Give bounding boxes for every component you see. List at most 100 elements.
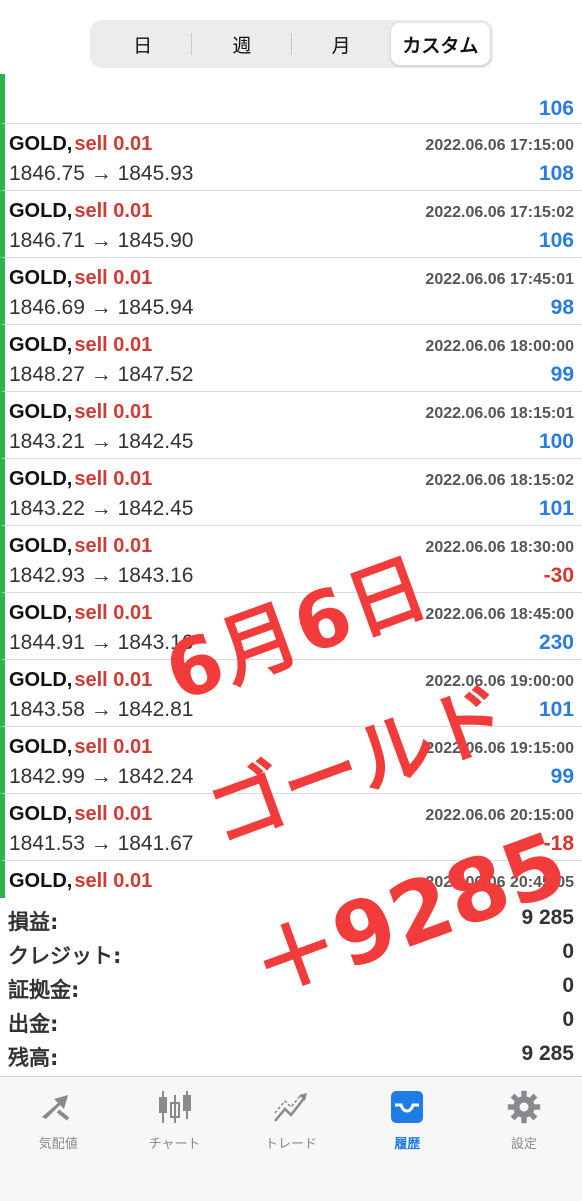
trade-prices: 1846.71 → 1845.90 bbox=[9, 229, 194, 252]
trade-symbol: GOLD, sell 0.01 bbox=[9, 669, 152, 692]
trade-profit: -30 bbox=[543, 564, 574, 587]
trade-symbol-name: GOLD, bbox=[9, 267, 73, 289]
trade-time: 2022.06.06 18:15:01 bbox=[425, 405, 574, 422]
trade-symbol-name: GOLD, bbox=[9, 669, 73, 691]
tab-quotes[interactable]: 気配値 bbox=[0, 1077, 116, 1201]
tab-settings-label: 設定 bbox=[510, 1137, 537, 1152]
trade-history-list[interactable]: 106 GOLD, sell 0.01 1846.75 → 1845.93 2022.… bbox=[0, 74, 582, 898]
summary-value: 9 285 bbox=[521, 906, 574, 929]
trade-prices: 1842.93 → 1843.16 bbox=[9, 564, 194, 587]
trade-row[interactable]: GOLD, sell 0.01 1841.53 → 1841.67 2022.06.0… bbox=[0, 794, 582, 861]
trade-side: sell 0.01 bbox=[74, 334, 153, 356]
trade-prices: 1846.75 → 1845.93 bbox=[9, 162, 194, 185]
trade-time: 2022.06.06 18:15:02 bbox=[425, 472, 574, 489]
trade-row[interactable]: GOLD, sell 0.01 1843.22 → 1842.45 2022.06.0… bbox=[0, 459, 582, 526]
trade-time: 2022.06.06 19:00:00 bbox=[425, 673, 574, 690]
trade-prices: 1841.53 → 1841.67 bbox=[9, 832, 194, 855]
trade-side: sell 0.01 bbox=[74, 468, 153, 490]
tab-trade[interactable]: トレード bbox=[233, 1077, 349, 1201]
segment-month[interactable]: 月 bbox=[292, 23, 391, 65]
tab-chart-label: チャート bbox=[148, 1137, 201, 1152]
trade-row[interactable]: GOLD, sell 0.01 1842.99 → 1842.24 2022.06.0… bbox=[0, 727, 582, 794]
trade-profit: 98 bbox=[550, 296, 574, 319]
trade-prices: 1844.91 → 1843.16 bbox=[9, 631, 194, 654]
trade-row[interactable]: GOLD, sell 0.01 1844.91 → 1843.16 2022.06.0… bbox=[0, 593, 582, 660]
segment-day[interactable]: 日 bbox=[93, 23, 193, 65]
trade-symbol: GOLD, sell 0.01 bbox=[9, 736, 152, 759]
trade-time: 2022.06.06 18:45:00 bbox=[425, 606, 574, 623]
trade-symbol: GOLD, sell 0.01 bbox=[9, 200, 152, 223]
trade-prices: 1846.69 → 1845.94 bbox=[9, 296, 194, 319]
trade-prices: 1842.99 → 1842.24 bbox=[9, 765, 194, 788]
credit-summary: クレジット: 0 bbox=[0, 934, 582, 968]
trade-profit: 106 bbox=[538, 97, 574, 120]
summary-label: 証拠金: bbox=[8, 978, 80, 1002]
trade-time: 2022.06.06 17:15:00 bbox=[425, 137, 574, 154]
trade-side: sell 0.01 bbox=[74, 267, 153, 289]
account-summary: 損益: 9 285 クレジット: 0 証拠金: 0 出金: 0 残高: 9 285 bbox=[0, 900, 582, 1070]
trade-side: sell 0.01 bbox=[74, 870, 153, 892]
trade-symbol-name: GOLD, bbox=[9, 803, 73, 825]
trade-row[interactable]: GOLD, sell 0.01 1846.75 → 1845.93 2022.06.0… bbox=[0, 124, 582, 191]
trade-profit: 101 bbox=[538, 497, 574, 520]
summary-label: 損益: bbox=[8, 910, 59, 934]
summary-value: 0 bbox=[562, 1008, 574, 1031]
period-segmented-control: 日 週 月 カスタム bbox=[90, 20, 493, 68]
tab-trade-label: トレード bbox=[265, 1137, 318, 1152]
period-selector-bar: 日 週 月 カスタム bbox=[0, 0, 582, 74]
trade-symbol-name: GOLD, bbox=[9, 200, 73, 222]
trade-symbol: GOLD, sell 0.01 bbox=[9, 535, 152, 558]
trade-symbol-name: GOLD, bbox=[9, 870, 73, 892]
trade-symbol: GOLD, sell 0.01 bbox=[9, 468, 152, 491]
trade-symbol: GOLD, sell 0.01 bbox=[9, 401, 152, 424]
tab-quotes-label: 気配値 bbox=[38, 1137, 78, 1152]
trade-side: sell 0.01 bbox=[74, 133, 153, 155]
tab-history-label: 履歴 bbox=[394, 1137, 421, 1152]
trade-time: 2022.06.06 20:45:05 bbox=[425, 874, 574, 891]
trade-symbol: GOLD, sell 0.01 bbox=[9, 334, 152, 357]
trade-symbol-name: GOLD, bbox=[9, 602, 73, 624]
balance-summary: 残高: 9 285 bbox=[0, 1036, 582, 1070]
trade-profit: 99 bbox=[550, 363, 574, 386]
trade-symbol: GOLD, sell 0.01 bbox=[9, 133, 152, 156]
summary-label: 出金: bbox=[8, 1012, 59, 1036]
trade-row[interactable]: GOLD, sell 0.01 1846.71 → 1845.90 2022.06.0… bbox=[0, 191, 582, 258]
trade-row[interactable]: GOLD,sell 0.011843.31 → 1841.672022.06.0… bbox=[0, 861, 582, 898]
tab-settings[interactable]: 設定 bbox=[466, 1077, 582, 1201]
tab-history[interactable]: 履歴 bbox=[349, 1077, 465, 1201]
segment-custom[interactable]: カスタム bbox=[390, 23, 490, 65]
trade-time: 2022.06.06 18:00:00 bbox=[425, 338, 574, 355]
summary-value: 0 bbox=[562, 974, 574, 997]
trade-symbol: GOLD, sell 0.01 bbox=[9, 602, 152, 625]
trade-row[interactable]: GOLD, sell 0.01 1843.58 → 1842.81 2022.06.0… bbox=[0, 660, 582, 727]
trade-prices: 1843.21 → 1842.45 bbox=[9, 430, 194, 453]
settings-icon bbox=[507, 1090, 541, 1124]
trade-side: sell 0.01 bbox=[74, 669, 153, 691]
trade-profit: 230 bbox=[538, 631, 574, 654]
trade-row[interactable]: GOLD, sell 0.01 1842.93 → 1843.16 2022.06.0… bbox=[0, 526, 582, 593]
segment-week[interactable]: 週 bbox=[192, 23, 292, 65]
trade-side: sell 0.01 bbox=[74, 401, 153, 423]
trade-side: sell 0.01 bbox=[74, 602, 153, 624]
summary-value: 0 bbox=[562, 940, 574, 963]
trade-side: sell 0.01 bbox=[74, 803, 153, 825]
summary-label: 残高: bbox=[8, 1046, 59, 1070]
chart-icon bbox=[158, 1091, 191, 1123]
trade-profit: 101 bbox=[538, 698, 574, 721]
trade-symbol-name: GOLD, bbox=[9, 133, 73, 155]
trade-profit: -18 bbox=[543, 832, 574, 855]
trade-row[interactable]: GOLD, sell 0.01 1848.27 → 1847.52 2022.06.0… bbox=[0, 325, 582, 392]
trade-symbol-name: GOLD, bbox=[9, 736, 73, 758]
trade-side: sell 0.01 bbox=[74, 200, 153, 222]
trade-row[interactable]: GOLD, sell 0.01 1843.21 → 1842.45 2022.06.0… bbox=[0, 392, 582, 459]
trade-time: 2022.06.06 17:45:01 bbox=[425, 271, 574, 288]
trade-row[interactable]: GOLD, sell 0.01 1846.69 → 1845.94 2022.06.0… bbox=[0, 258, 582, 325]
partial-trade-row[interactable]: 106 bbox=[0, 74, 582, 124]
tab-chart[interactable]: チャート bbox=[116, 1077, 232, 1201]
bottom-tab-bar: 気配値 チャート トレード 履歴 設定 bbox=[0, 1076, 582, 1201]
quotes-icon bbox=[42, 1095, 70, 1121]
trade-prices: 1843.58 → 1842.81 bbox=[9, 698, 194, 721]
trade-profit: 108 bbox=[538, 162, 574, 185]
trade-profit: 100 bbox=[538, 430, 574, 453]
trade-side: sell 0.01 bbox=[74, 736, 153, 758]
